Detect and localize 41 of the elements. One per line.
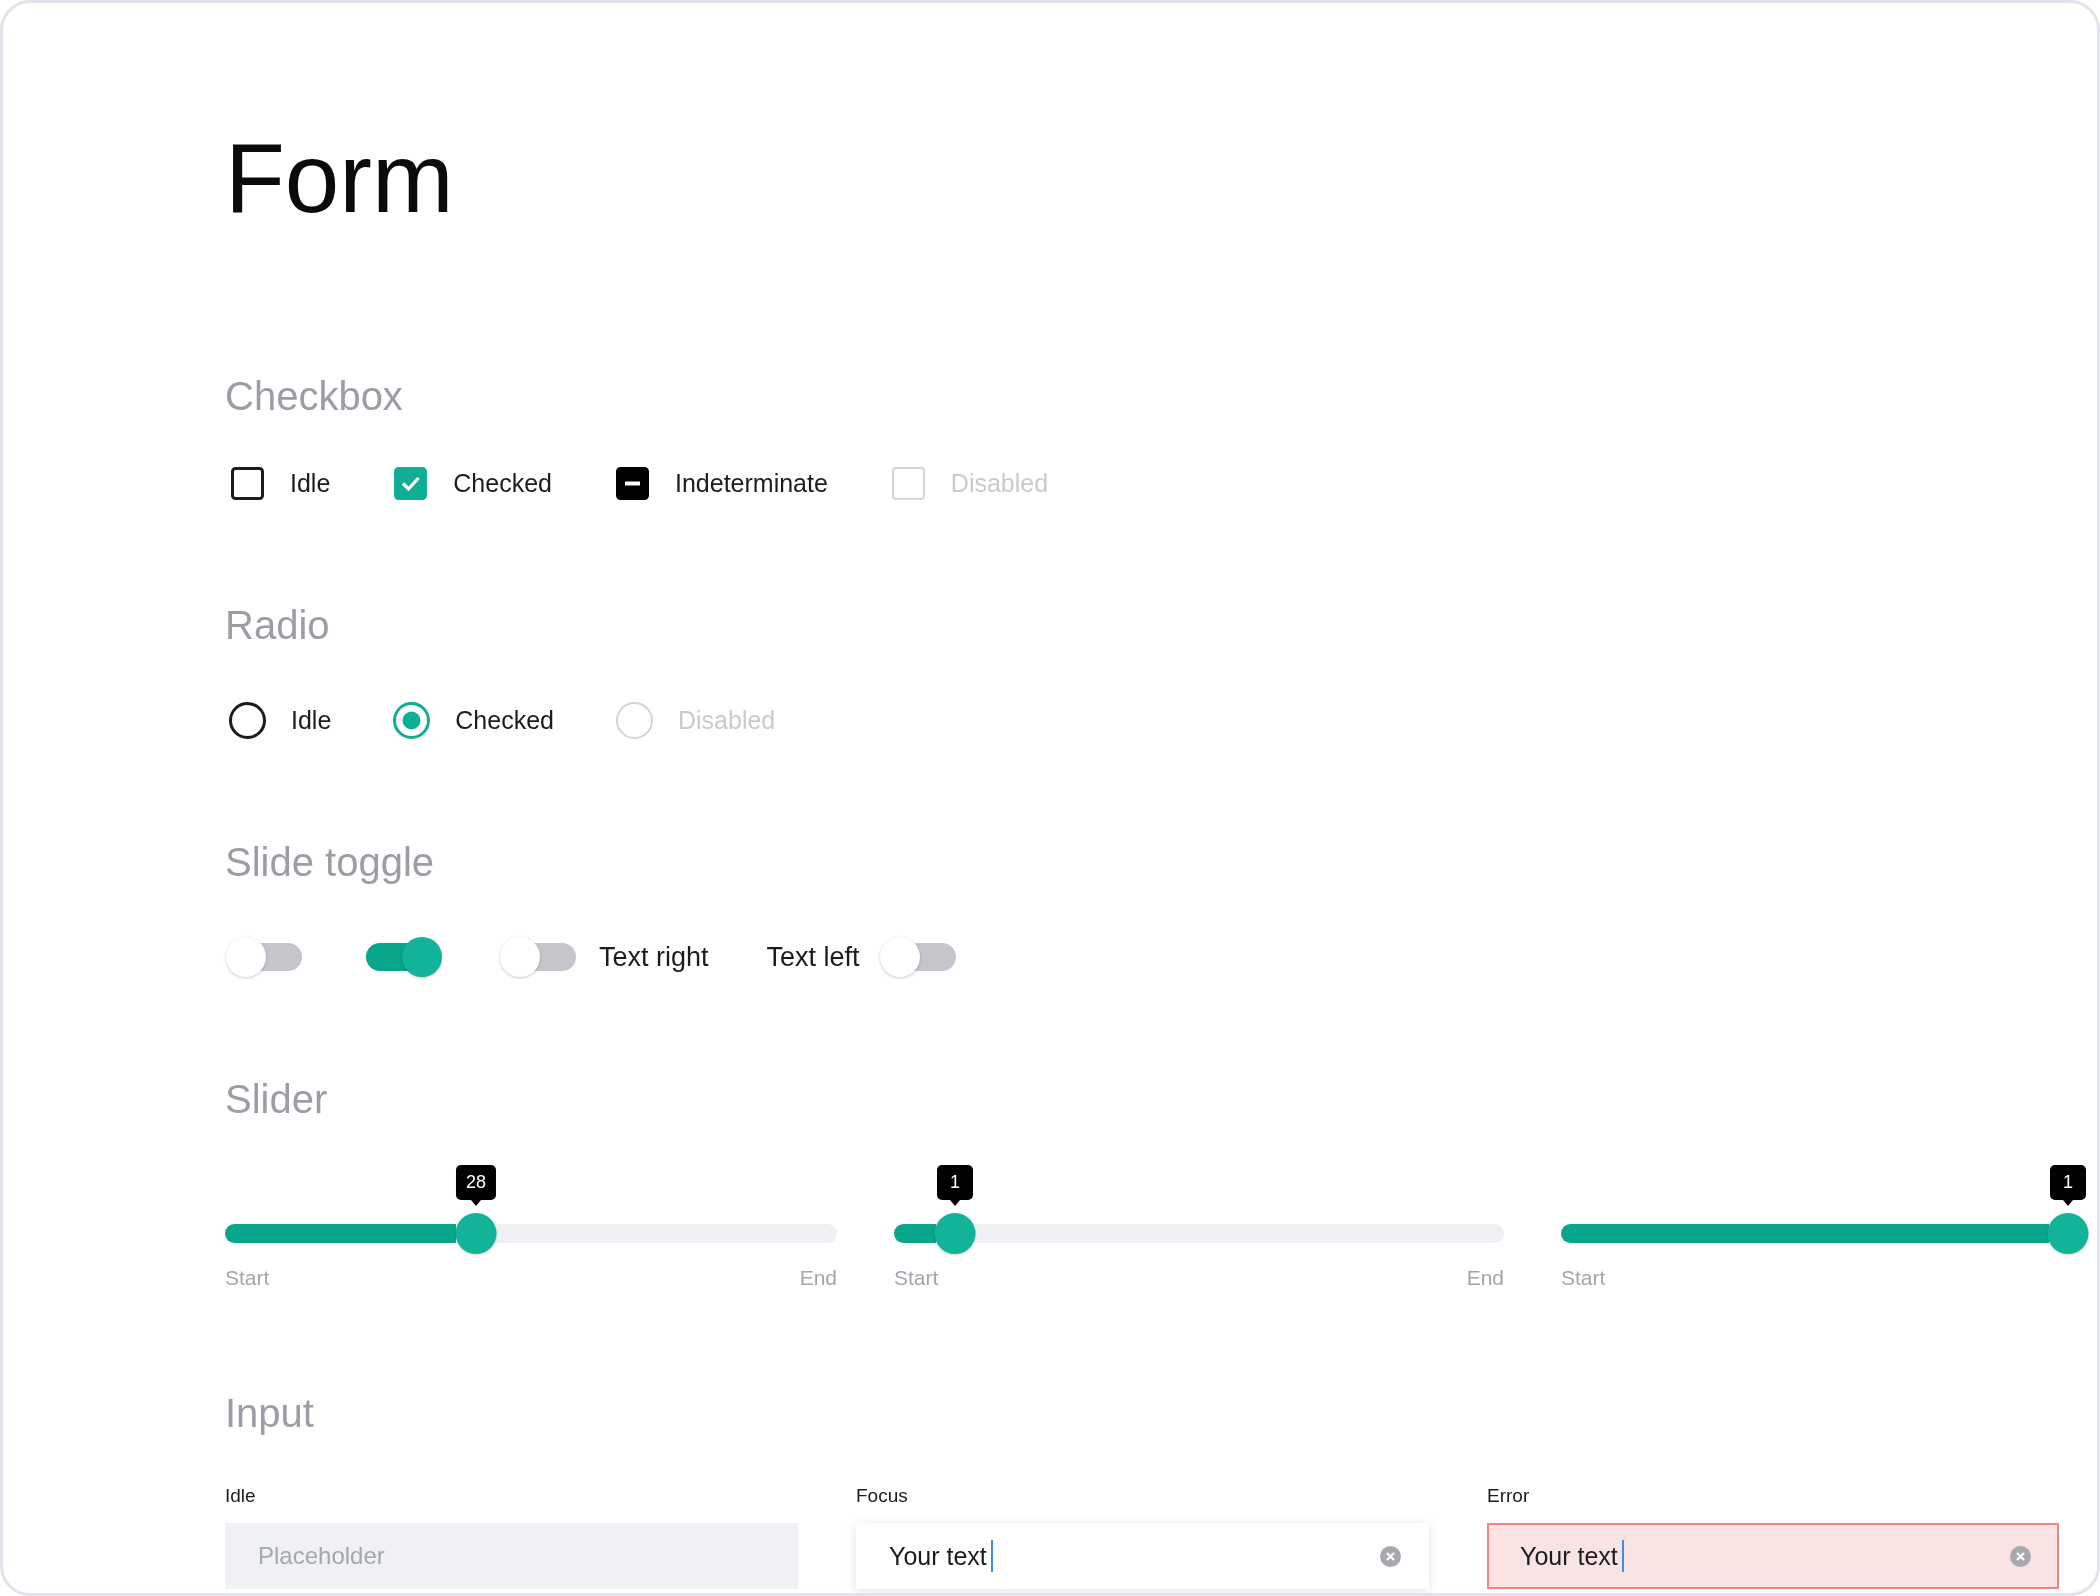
value-tooltip: 1 <box>937 1165 973 1206</box>
slider-label: Start <box>894 1265 939 1291</box>
checkbox-label: Indeterminate <box>675 468 828 498</box>
input-label: Error <box>1487 1484 1530 1508</box>
checkbox[interactable] <box>394 466 428 500</box>
radio-button[interactable] <box>229 701 266 739</box>
section-heading: Slide toggle <box>225 839 435 886</box>
slider-label: Start <box>225 1265 270 1291</box>
slider-label: Start <box>1561 1265 1606 1291</box>
slider-label: End <box>799 1265 837 1291</box>
checkbox-label: Checked <box>453 468 552 498</box>
checkbox[interactable] <box>616 466 649 500</box>
slider-thumb[interactable] <box>2047 1213 2089 1254</box>
radio-label: Idle <box>291 705 332 735</box>
input-field[interactable]: Your text <box>1487 1523 2059 1589</box>
input-label: Idle <box>225 1484 256 1508</box>
toggle-label: Text right <box>599 941 709 973</box>
clear-icon[interactable] <box>1380 1545 1401 1567</box>
slider-track[interactable] <box>495 1224 837 1243</box>
text-cursor-icon <box>990 1540 993 1572</box>
section-heading: Checkbox <box>225 373 403 420</box>
section-heading: Slider <box>225 1076 328 1123</box>
radio-label: Checked <box>455 705 554 735</box>
section-heading: Input <box>225 1390 314 1437</box>
checkbox[interactable] <box>231 466 264 500</box>
text-cursor-icon <box>1621 1540 1624 1572</box>
radio-button[interactable] <box>393 701 431 739</box>
slider-track[interactable] <box>974 1224 1504 1243</box>
slider-thumb[interactable] <box>934 1213 976 1254</box>
toggle-label: Text left <box>766 941 860 973</box>
slider-label: End <box>1466 1265 1504 1291</box>
page-title: Form <box>225 123 454 233</box>
slider-fill <box>894 1224 936 1243</box>
input-label: Focus <box>856 1484 908 1508</box>
section-heading: Radio <box>225 602 330 649</box>
clear-icon[interactable] <box>2010 1545 2031 1567</box>
value-tooltip: 28 <box>455 1165 496 1206</box>
input-field[interactable]: Your text <box>856 1523 1429 1589</box>
checkbox-label: Idle <box>290 468 331 498</box>
value-tooltip: 1 <box>2050 1165 2086 1206</box>
slider-thumb[interactable] <box>455 1213 497 1254</box>
